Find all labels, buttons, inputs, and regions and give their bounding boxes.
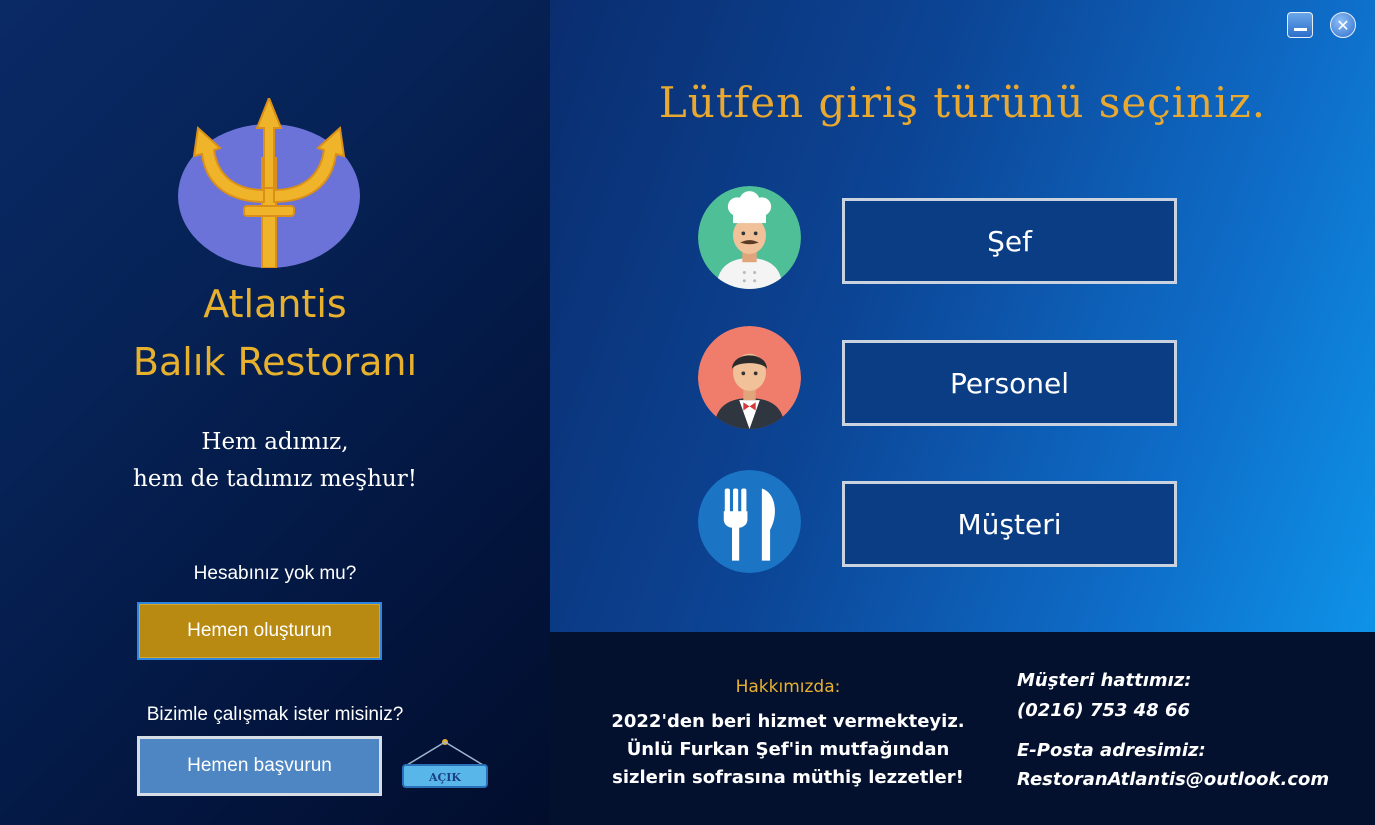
career-question: Bizimle çalışmak ister misiniz? (146, 704, 404, 725)
email-address: RestoranAtlantis@outlook.com (1017, 769, 1330, 790)
page-title: Lütfen giriş türünü seçiniz. (658, 78, 1267, 127)
chef-login-button[interactable]: Şef (842, 198, 1177, 284)
staff-login-button[interactable]: Personel (842, 340, 1177, 426)
signup-question: Hesabınız yok mu? (193, 563, 357, 584)
trident-logo (178, 98, 360, 268)
apply-job-button[interactable]: Hemen başvurun (137, 736, 382, 796)
customer-login-button[interactable]: Müşteri (842, 481, 1177, 567)
open-sign-label: AÇIK (428, 771, 461, 784)
phone-number: (0216) 753 48 66 (1017, 700, 1191, 721)
waiter-icon (698, 326, 801, 429)
slogan-line-1: Hem adımız, (201, 429, 349, 455)
create-account-button[interactable]: Hemen oluşturun (137, 602, 382, 660)
minimize-icon[interactable] (1287, 12, 1313, 38)
phone-label: Müşteri hattımız: (1017, 670, 1192, 691)
about-line-1: 2022'den beri hizmet vermekteyiz. (611, 711, 965, 732)
about-title: Hakkımızda: (735, 677, 841, 697)
slogan-line-2: hem de tadımız meşhur! (133, 466, 417, 492)
email-label: E-Posta adresimiz: (1017, 740, 1206, 761)
about-line-2: Ünlü Furkan Şef'in mutfağından (626, 739, 950, 760)
chef-icon (698, 186, 801, 289)
about-line-3: sizlerin sofrasına müthiş lezzetler! (612, 767, 964, 788)
brand-name: Atlantis (203, 282, 347, 326)
close-icon[interactable]: ✕ (1330, 12, 1356, 38)
minimize-bar (1294, 28, 1307, 31)
open-sign-icon: AÇIK (402, 739, 488, 788)
brand-subtitle: Balık Restoranı (132, 340, 418, 384)
fork-knife-icon (698, 470, 801, 573)
close-glyph: ✕ (1336, 15, 1350, 35)
